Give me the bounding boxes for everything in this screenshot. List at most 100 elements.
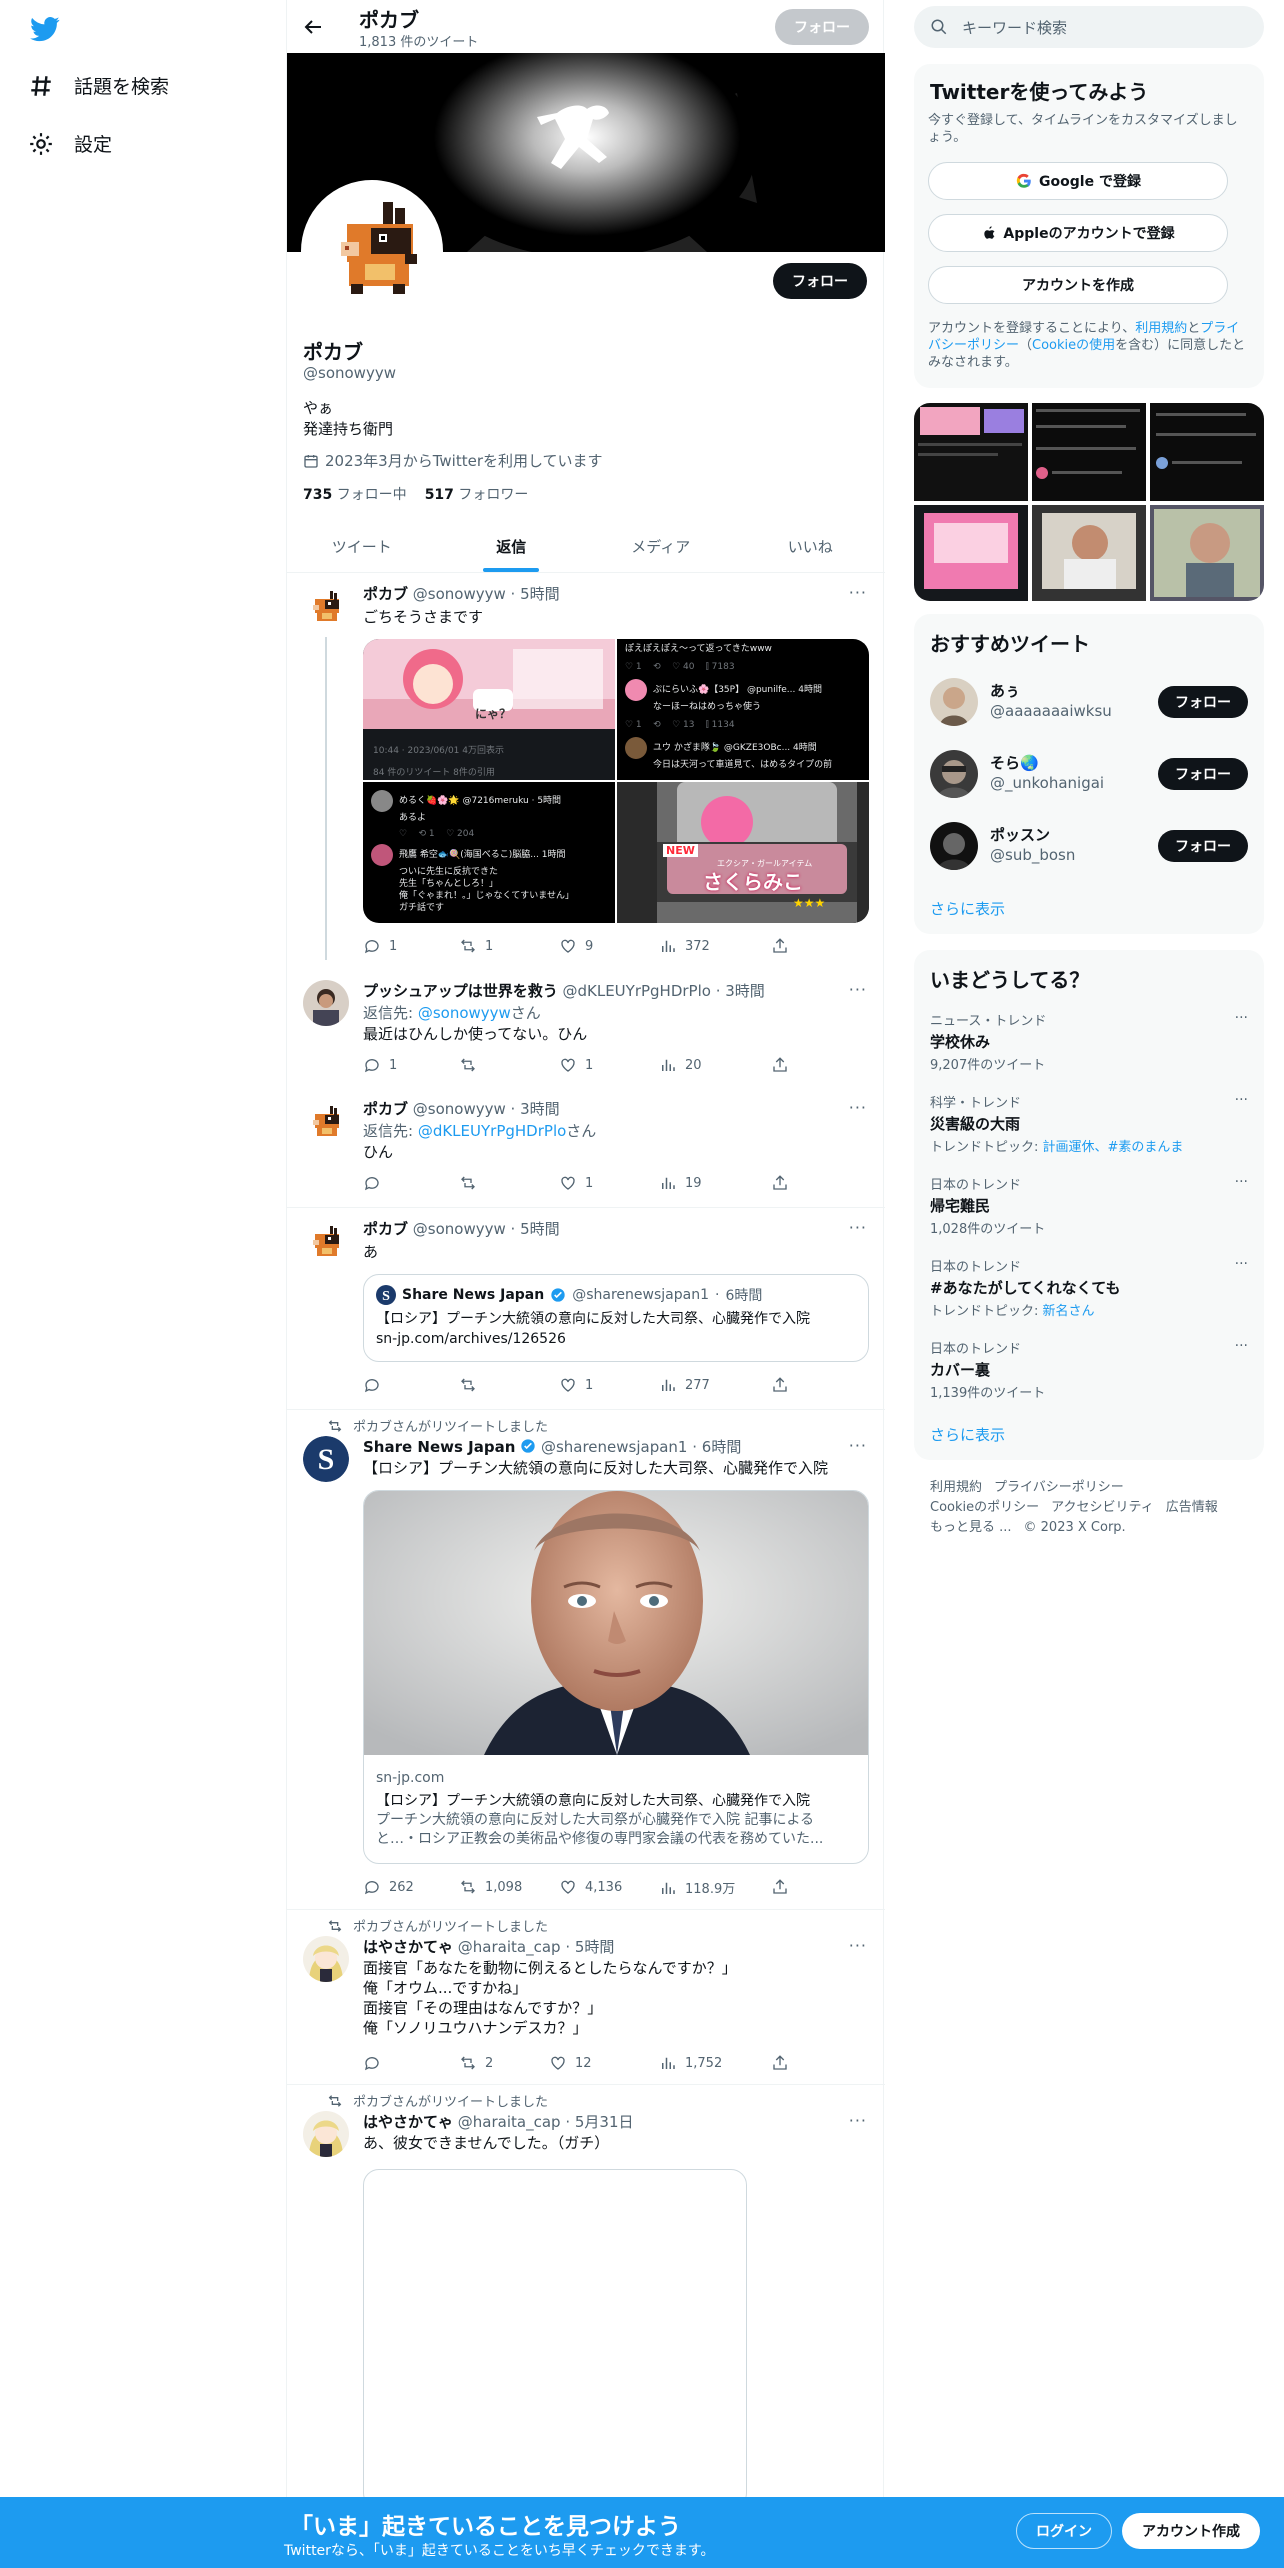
tweet-avatar[interactable]: S [303, 1436, 349, 1482]
retweet-label-text[interactable]: ポカブさんがリツイートしました [353, 2091, 548, 2110]
create-account-button[interactable]: アカウントを作成 [928, 266, 1228, 304]
like-button[interactable]: 12 [549, 2054, 592, 2072]
views-button[interactable]: 118.9万 [659, 1878, 735, 1897]
tweet-author-name[interactable]: プッシュアップは世界を救う [363, 982, 558, 1000]
tweet-time[interactable]: 5時間 [575, 1938, 615, 1956]
recommended-user[interactable]: そら🌏 @_unkohanigai フォロー [930, 746, 1248, 802]
tweet-author-handle[interactable]: @haraita_cap [458, 2113, 561, 2131]
profile-avatar[interactable] [301, 180, 443, 322]
profile-follow-button[interactable]: フォロー [773, 263, 867, 299]
like-button[interactable]: 1 [559, 1174, 593, 1192]
share-button[interactable] [771, 1174, 789, 1192]
more-icon[interactable]: ··· [1235, 1338, 1248, 1354]
quote-tweet[interactable]: S Share News Japan @sharenewsjapan1 · 6時間 … [363, 1274, 869, 1362]
retweet-label-text[interactable]: ポカブさんがリツイートしました [353, 1916, 548, 1935]
share-button[interactable] [771, 1376, 789, 1394]
terms-link[interactable]: 利用規約 [1135, 321, 1187, 336]
trends-show-more[interactable]: さらに表示 [930, 1424, 1005, 1445]
login-button[interactable]: ログイン [1016, 2513, 1112, 2549]
recommended-show-more[interactable]: さらに表示 [930, 898, 1005, 919]
tweet-1[interactable]: ポカブ @sonowyyw · 5時間 ··· ごちそうさまです にゃ？ 10:… [287, 573, 885, 960]
footer-privacy-link[interactable]: プライバシーポリシー [994, 1480, 1124, 1495]
tweet-avatar[interactable] [303, 1936, 349, 1982]
twitter-logo-icon[interactable] [28, 14, 62, 44]
more-icon[interactable]: ··· [849, 980, 867, 999]
tweet-author-name[interactable]: ポカブ [363, 1100, 408, 1118]
retweet-button[interactable] [459, 1056, 485, 1074]
footer-more-link[interactable]: もっと見る ... [930, 1520, 1012, 1535]
reply-button[interactable] [363, 2054, 389, 2072]
more-icon[interactable]: ··· [1235, 1010, 1248, 1026]
more-icon[interactable]: ··· [849, 1218, 867, 1237]
recommended-user[interactable]: あぅ @aaaaaaaiwksu フォロー [930, 674, 1248, 730]
tweet-avatar[interactable] [303, 585, 349, 631]
more-icon[interactable]: ··· [849, 2111, 867, 2130]
tweet-time[interactable]: 3時間 [520, 1100, 560, 1118]
share-button[interactable] [771, 1878, 789, 1896]
footer-terms-link[interactable]: 利用規約 [930, 1480, 982, 1495]
more-icon[interactable]: ··· [849, 583, 867, 602]
search-box[interactable]: キーワード検索 [914, 6, 1264, 48]
tweet-media-grid[interactable]: にゃ？ 10:44 · 2023/06/01 4万回表示 84 件のリツイート … [363, 639, 869, 923]
like-button[interactable]: 1 [559, 1056, 593, 1074]
tweet-author-name[interactable]: ポカブ [363, 585, 408, 603]
footer-ads-link[interactable]: 広告情報 [1166, 1500, 1218, 1515]
retweet-button[interactable] [459, 1174, 485, 1192]
tweet-avatar[interactable] [303, 2111, 349, 2157]
retweet-button[interactable]: 1,098 [459, 1878, 522, 1896]
trend-item[interactable]: ニュース・トレンド 学校休み 9,207件のツイート ··· [930, 1010, 1248, 1073]
more-icon[interactable]: ··· [849, 1098, 867, 1117]
share-button[interactable] [771, 937, 789, 955]
profile-media-grid[interactable] [914, 403, 1264, 601]
google-signup-button[interactable]: Google で登録 [928, 162, 1228, 200]
footer-accessibility-link[interactable]: アクセシビリティ [1051, 1500, 1154, 1515]
reply-to-link[interactable]: @dKLEUYrPgHDrPlo [418, 1122, 566, 1140]
footer-cookie-link[interactable]: Cookieのポリシー [930, 1500, 1039, 1515]
like-button[interactable]: 1 [559, 1376, 593, 1394]
tweet-author-name[interactable]: はやさかてゃ [363, 1938, 453, 1956]
follow-button[interactable]: フォロー [1158, 830, 1248, 862]
retweet-button[interactable]: 2 [459, 2054, 493, 2072]
more-icon[interactable]: ··· [1235, 1174, 1248, 1190]
tweet-author-handle[interactable]: @sonowyyw [413, 585, 506, 603]
follow-button[interactable]: フォロー [1158, 686, 1248, 718]
reply-button[interactable]: 1 [363, 937, 397, 955]
more-icon[interactable]: ··· [1235, 1256, 1248, 1272]
retweet-label-text[interactable]: ポカブさんがリツイートしました [353, 1416, 548, 1435]
user-avatar[interactable] [930, 822, 978, 870]
like-button[interactable]: 4,136 [559, 1878, 622, 1896]
more-icon[interactable]: ··· [849, 1936, 867, 1955]
reply-button[interactable] [363, 1174, 389, 1192]
recommended-user[interactable]: ポッスン @sub_bosn フォロー [930, 818, 1248, 874]
followers-link[interactable]: 517 フォロワー [425, 484, 529, 504]
tab-media[interactable]: メディア [586, 520, 736, 572]
media-tile-3[interactable]: めるく🍓🌸🌟 @7216meruku · 5時間 あるよ ♡ ⟲ 1 ♡ 204… [363, 782, 615, 923]
tweet-4[interactable]: ポカブ @sonowyyw · 5時間 ··· あ S Share News J… [287, 1208, 885, 1410]
tweet-2[interactable]: プッシュアップは世界を救う @dKLEUYrPgHDrPlo · 3時間 ···… [287, 960, 885, 1078]
apple-signup-button[interactable]: Appleのアカウントで登録 [928, 214, 1228, 252]
trend-item[interactable]: 日本のトレンド #あなたがしてくれなくても トレンドトピック: 新名さん ··· [930, 1256, 1248, 1319]
media-tile-1[interactable]: にゃ？ 10:44 · 2023/06/01 4万回表示 84 件のリツイート … [363, 639, 615, 780]
views-button[interactable]: 277 [659, 1376, 710, 1394]
reply-button[interactable]: 1 [363, 1056, 397, 1074]
tweet-time[interactable]: 5月31日 [575, 2113, 634, 2131]
tweet-avatar[interactable] [303, 980, 349, 1026]
search-input[interactable]: キーワード検索 [962, 17, 1067, 38]
views-button[interactable]: 19 [659, 1174, 702, 1192]
following-link[interactable]: 735 フォロー中 [303, 484, 407, 504]
views-button[interactable]: 20 [659, 1056, 702, 1074]
tab-replies[interactable]: 返信 [437, 520, 587, 572]
trend-topic-link[interactable]: 計画運休、#素のまんま [1043, 1140, 1184, 1155]
tweet-time[interactable]: 5時間 [520, 585, 560, 603]
tweet-time[interactable]: 5時間 [520, 1220, 560, 1238]
follow-button[interactable]: フォロー [1158, 758, 1248, 790]
tweet-3[interactable]: ポカブ @sonowyyw · 3時間 ··· 返信先: @dKLEUYrPgH… [287, 1078, 885, 1208]
trend-item[interactable]: 日本のトレンド カバー裏 1,139件のツイート ··· [930, 1338, 1248, 1401]
signup-button[interactable]: アカウント作成 [1122, 2513, 1260, 2549]
tweet-author-handle[interactable]: @sonowyyw [413, 1100, 506, 1118]
cookie-link[interactable]: Cookieの使用 [1032, 338, 1115, 353]
tab-likes[interactable]: いいね [736, 520, 886, 572]
user-avatar[interactable] [930, 678, 978, 726]
media-tile-2[interactable]: ぽえぽえぽえ〜って返ってきたwww ♡ 1 ⟲ ♡ 40 ⫿ 7183 ぷにらい… [617, 639, 869, 780]
more-icon[interactable]: ··· [849, 1436, 867, 1455]
